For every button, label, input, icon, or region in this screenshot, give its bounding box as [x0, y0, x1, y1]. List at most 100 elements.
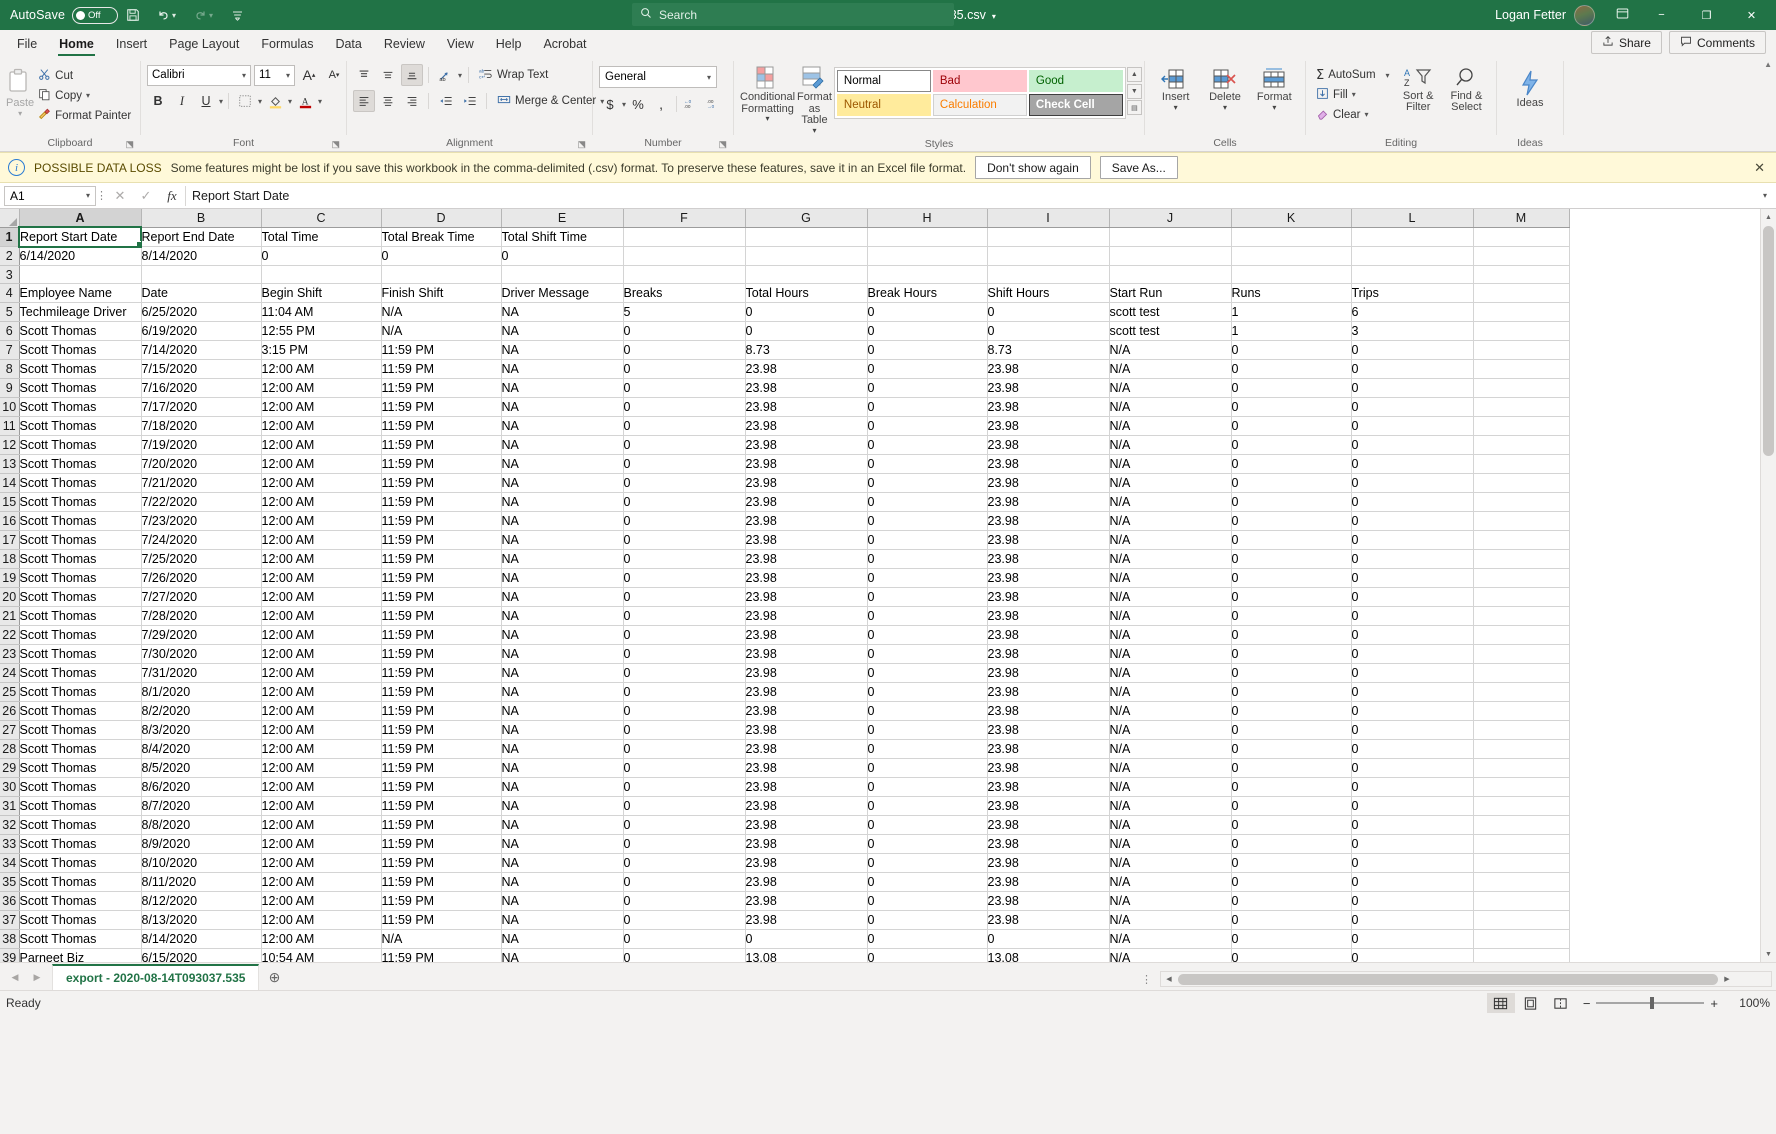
cell-J26[interactable]: N/A [1109, 701, 1232, 722]
italic-button[interactable]: I [171, 90, 193, 112]
cell-K16[interactable]: 0 [1231, 511, 1352, 532]
cell-E17[interactable]: NA [501, 530, 624, 551]
cell-B38[interactable]: 8/14/2020 [141, 929, 262, 950]
cell-G12[interactable]: 23.98 [745, 435, 868, 456]
cell-G6[interactable]: 0 [745, 321, 868, 342]
cell-C13[interactable]: 12:00 AM [261, 454, 382, 475]
cell-B15[interactable]: 7/22/2020 [141, 492, 262, 513]
cell-J32[interactable]: N/A [1109, 815, 1232, 836]
increase-font-size-icon[interactable]: A ▴ [298, 64, 320, 86]
styles-scroll-up[interactable]: ▲ [1126, 67, 1142, 82]
cell-E32[interactable]: NA [501, 815, 624, 836]
cell-I28[interactable]: 23.98 [987, 739, 1110, 760]
cell-H29[interactable]: 0 [867, 758, 988, 779]
cell-G36[interactable]: 23.98 [745, 891, 868, 912]
cell-M5[interactable] [1473, 302, 1570, 323]
cell-B39[interactable]: 6/15/2020 [141, 948, 262, 962]
cell-I20[interactable]: 23.98 [987, 587, 1110, 608]
cell-H12[interactable]: 0 [867, 435, 988, 456]
cell-L36[interactable]: 0 [1351, 891, 1474, 912]
cell-F38[interactable]: 0 [623, 929, 746, 950]
cell-F22[interactable]: 0 [623, 625, 746, 646]
row-header-37[interactable]: 37 [0, 910, 20, 931]
cell-E21[interactable]: NA [501, 606, 624, 627]
user-name[interactable]: Logan Fetter [1495, 8, 1566, 22]
cell-D28[interactable]: 11:59 PM [381, 739, 502, 760]
cell-J20[interactable]: N/A [1109, 587, 1232, 608]
column-header-G[interactable]: G [745, 209, 868, 228]
cell-H39[interactable]: 0 [867, 948, 988, 962]
cell-G32[interactable]: 23.98 [745, 815, 868, 836]
zoom-level[interactable]: 100% [1726, 996, 1770, 1010]
cell-D9[interactable]: 11:59 PM [381, 378, 502, 399]
cell-I4[interactable]: Shift Hours [987, 283, 1110, 304]
tab-help[interactable]: Help [485, 34, 533, 56]
cell-L10[interactable]: 0 [1351, 397, 1474, 418]
cell-L6[interactable]: 3 [1351, 321, 1474, 342]
cell-F13[interactable]: 0 [623, 454, 746, 475]
cell-C39[interactable]: 10:54 AM [261, 948, 382, 962]
row-header-5[interactable]: 5 [0, 302, 20, 323]
cell-K11[interactable]: 0 [1231, 416, 1352, 437]
cell-B18[interactable]: 7/25/2020 [141, 549, 262, 570]
cell-A32[interactable]: Scott Thomas [19, 815, 142, 836]
cell-F31[interactable]: 0 [623, 796, 746, 817]
cell-H35[interactable]: 0 [867, 872, 988, 893]
cell-A16[interactable]: Scott Thomas [19, 511, 142, 532]
cell-C35[interactable]: 12:00 AM [261, 872, 382, 893]
cell-B3[interactable] [141, 265, 262, 285]
cell-A25[interactable]: Scott Thomas [19, 682, 142, 703]
delete-cells-button[interactable]: Delete ▾ [1200, 65, 1249, 112]
cell-B34[interactable]: 8/10/2020 [141, 853, 262, 874]
cell-M32[interactable] [1473, 815, 1570, 836]
cell-C22[interactable]: 12:00 AM [261, 625, 382, 646]
cell-K26[interactable]: 0 [1231, 701, 1352, 722]
cell-E1[interactable]: Total Shift Time [501, 227, 624, 248]
cell-B6[interactable]: 6/19/2020 [141, 321, 262, 342]
zoom-track[interactable] [1596, 997, 1705, 1010]
cell-I37[interactable]: 23.98 [987, 910, 1110, 931]
cell-I32[interactable]: 23.98 [987, 815, 1110, 836]
cell-K5[interactable]: 1 [1231, 302, 1352, 323]
column-header-L[interactable]: L [1351, 209, 1474, 228]
cell-D24[interactable]: 11:59 PM [381, 663, 502, 684]
cell-L13[interactable]: 0 [1351, 454, 1474, 475]
cell-F10[interactable]: 0 [623, 397, 746, 418]
cell-A36[interactable]: Scott Thomas [19, 891, 142, 912]
currency-format-icon[interactable]: $ [599, 93, 621, 115]
cell-C14[interactable]: 12:00 AM [261, 473, 382, 494]
cell-M23[interactable] [1473, 644, 1570, 665]
cell-D6[interactable]: N/A [381, 321, 502, 342]
cell-K30[interactable]: 0 [1231, 777, 1352, 798]
borders-icon[interactable] [234, 90, 256, 112]
row-header-35[interactable]: 35 [0, 872, 20, 893]
cell-B12[interactable]: 7/19/2020 [141, 435, 262, 456]
cell-K10[interactable]: 0 [1231, 397, 1352, 418]
restore-button[interactable]: ❐ [1684, 0, 1729, 30]
comma-format-icon[interactable]: , [650, 93, 672, 115]
cell-C38[interactable]: 12:00 AM [261, 929, 382, 950]
cell-L16[interactable]: 0 [1351, 511, 1474, 532]
cell-C21[interactable]: 12:00 AM [261, 606, 382, 627]
cell-J38[interactable]: N/A [1109, 929, 1232, 950]
cell-F34[interactable]: 0 [623, 853, 746, 874]
autosave-toggle[interactable]: Off [72, 6, 119, 24]
cell-M27[interactable] [1473, 720, 1570, 741]
cell-L26[interactable]: 0 [1351, 701, 1474, 722]
cell-B24[interactable]: 7/31/2020 [141, 663, 262, 684]
cell-K7[interactable]: 0 [1231, 340, 1352, 361]
orientation-icon[interactable]: ab [434, 64, 456, 86]
cell-K24[interactable]: 0 [1231, 663, 1352, 684]
cell-L39[interactable]: 0 [1351, 948, 1474, 962]
cell-I25[interactable]: 23.98 [987, 682, 1110, 703]
cell-K2[interactable] [1231, 246, 1352, 267]
cell-I6[interactable]: 0 [987, 321, 1110, 342]
font-color-icon[interactable]: A [294, 90, 316, 112]
cell-J34[interactable]: N/A [1109, 853, 1232, 874]
cell-A23[interactable]: Scott Thomas [19, 644, 142, 665]
collapse-ribbon-icon[interactable]: ▲ [1764, 60, 1772, 69]
cell-B29[interactable]: 8/5/2020 [141, 758, 262, 779]
cell-L34[interactable]: 0 [1351, 853, 1474, 874]
cell-M9[interactable] [1473, 378, 1570, 399]
cell-G19[interactable]: 23.98 [745, 568, 868, 589]
